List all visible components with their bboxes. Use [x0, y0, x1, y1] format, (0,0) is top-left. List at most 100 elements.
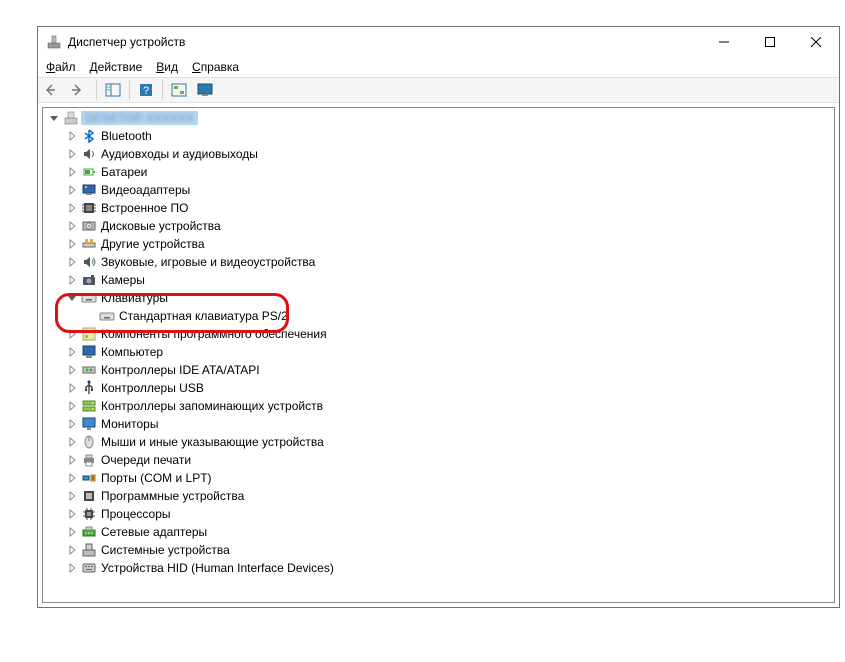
category-label: Клавиатуры [99, 291, 168, 305]
svg-text:?: ? [143, 85, 149, 97]
expand-icon[interactable] [65, 435, 79, 449]
category-hid[interactable]: Устройства HID (Human Interface Devices) [43, 559, 834, 577]
display-icon [81, 182, 97, 198]
expand-icon[interactable] [65, 417, 79, 431]
menubar: Файл Действие Вид Справка [38, 57, 839, 77]
ide-icon [81, 362, 97, 378]
minimize-button[interactable] [701, 27, 747, 57]
keyboard-icon [99, 308, 115, 324]
device-tree[interactable]: DESKTOP-XXXXXX Bluetooth Аудиовходы и ауди… [42, 107, 835, 603]
category-label: Контроллеры IDE ATA/ATAPI [99, 363, 260, 377]
close-button[interactable] [793, 27, 839, 57]
device-item[interactable]: Стандартная клавиатура PS/2 [43, 307, 834, 325]
category-port[interactable]: Порты (COM и LPT) [43, 469, 834, 487]
expand-icon[interactable] [65, 183, 79, 197]
category-ide[interactable]: Контроллеры IDE ATA/ATAPI [43, 361, 834, 379]
category-disk[interactable]: Дисковые устройства [43, 217, 834, 235]
show-hide-tree-button[interactable] [101, 79, 125, 101]
category-softdev[interactable]: Программные устройства [43, 487, 834, 505]
battery-icon [81, 164, 97, 180]
system-icon [81, 542, 97, 558]
expand-icon[interactable] [65, 147, 79, 161]
expand-icon[interactable] [65, 237, 79, 251]
disk-icon [81, 218, 97, 234]
expand-icon[interactable] [65, 489, 79, 503]
expand-icon[interactable] [65, 291, 79, 305]
category-label: Компьютер [99, 345, 163, 359]
category-keyboard[interactable]: Клавиатуры [43, 289, 834, 307]
category-system[interactable]: Системные устройства [43, 541, 834, 559]
expand-icon[interactable] [65, 345, 79, 359]
expand-icon[interactable] [65, 453, 79, 467]
category-bluetooth[interactable]: Bluetooth [43, 127, 834, 145]
category-computer[interactable]: Компьютер [43, 343, 834, 361]
category-monitor[interactable]: Мониторы [43, 415, 834, 433]
separator [129, 80, 130, 100]
hid-icon [81, 560, 97, 576]
storage-icon [81, 398, 97, 414]
category-label: Встроенное ПО [99, 201, 188, 215]
expand-icon[interactable] [65, 381, 79, 395]
bluetooth-icon [81, 128, 97, 144]
expand-icon[interactable] [65, 273, 79, 287]
expand-icon[interactable] [65, 507, 79, 521]
computer-icon [81, 344, 97, 360]
category-other[interactable]: Другие устройства [43, 235, 834, 253]
category-print[interactable]: Очереди печати [43, 451, 834, 469]
category-audio[interactable]: Аудиовходы и аудиовыходы [43, 145, 834, 163]
menu-action[interactable]: Действие [90, 60, 143, 74]
softdev-icon [81, 488, 97, 504]
computer-name: DESKTOP-XXXXXX [81, 111, 198, 125]
expand-icon[interactable] [65, 363, 79, 377]
forward-button[interactable] [68, 79, 92, 101]
monitor-button[interactable] [193, 79, 217, 101]
category-label: Другие устройства [99, 237, 205, 251]
expand-icon[interactable] [65, 201, 79, 215]
category-label: Звуковые, игровые и видеоустройства [99, 255, 315, 269]
help-button[interactable]: ? [134, 79, 158, 101]
category-mouse[interactable]: Мыши и иные указывающие устройства [43, 433, 834, 451]
back-button[interactable] [42, 79, 66, 101]
category-label: Контроллеры запоминающих устройств [99, 399, 323, 413]
category-sound[interactable]: Звуковые, игровые и видеоустройства [43, 253, 834, 271]
expand-icon[interactable] [65, 399, 79, 413]
scan-hardware-button[interactable] [167, 79, 191, 101]
monitor-icon [81, 416, 97, 432]
category-usb[interactable]: Контроллеры USB [43, 379, 834, 397]
category-label: Компоненты программного обеспечения [99, 327, 327, 341]
menu-file[interactable]: Файл [46, 60, 76, 74]
expand-icon[interactable] [65, 129, 79, 143]
expand-icon[interactable] [65, 255, 79, 269]
window-title: Диспетчер устройств [68, 35, 185, 49]
category-firmware[interactable]: Встроенное ПО [43, 199, 834, 217]
titlebar: Диспетчер устройств [38, 27, 839, 57]
expand-icon[interactable] [47, 111, 61, 125]
print-icon [81, 452, 97, 468]
category-cpu[interactable]: Процессоры [43, 505, 834, 523]
category-label: Батареи [99, 165, 147, 179]
separator [162, 80, 163, 100]
category-storage[interactable]: Контроллеры запоминающих устройств [43, 397, 834, 415]
category-label: Программные устройства [99, 489, 244, 503]
tree-root[interactable]: DESKTOP-XXXXXX [43, 109, 834, 127]
expand-icon[interactable] [65, 165, 79, 179]
toolbar: ? [38, 77, 839, 103]
expand-icon[interactable] [65, 525, 79, 539]
category-label: Порты (COM и LPT) [99, 471, 212, 485]
menu-view[interactable]: Вид [156, 60, 178, 74]
menu-help[interactable]: Справка [192, 60, 239, 74]
category-display[interactable]: Видеоадаптеры [43, 181, 834, 199]
expand-icon[interactable] [65, 543, 79, 557]
expand-icon[interactable] [65, 327, 79, 341]
category-camera[interactable]: Камеры [43, 271, 834, 289]
expand-icon[interactable] [65, 471, 79, 485]
expand-icon[interactable] [65, 561, 79, 575]
category-label: Аудиовходы и аудиовыходы [99, 147, 258, 161]
category-battery[interactable]: Батареи [43, 163, 834, 181]
category-software[interactable]: Компоненты программного обеспечения [43, 325, 834, 343]
maximize-button[interactable] [747, 27, 793, 57]
usb-icon [81, 380, 97, 396]
category-network[interactable]: Сетевые адаптеры [43, 523, 834, 541]
firmware-icon [81, 200, 97, 216]
expand-icon[interactable] [65, 219, 79, 233]
